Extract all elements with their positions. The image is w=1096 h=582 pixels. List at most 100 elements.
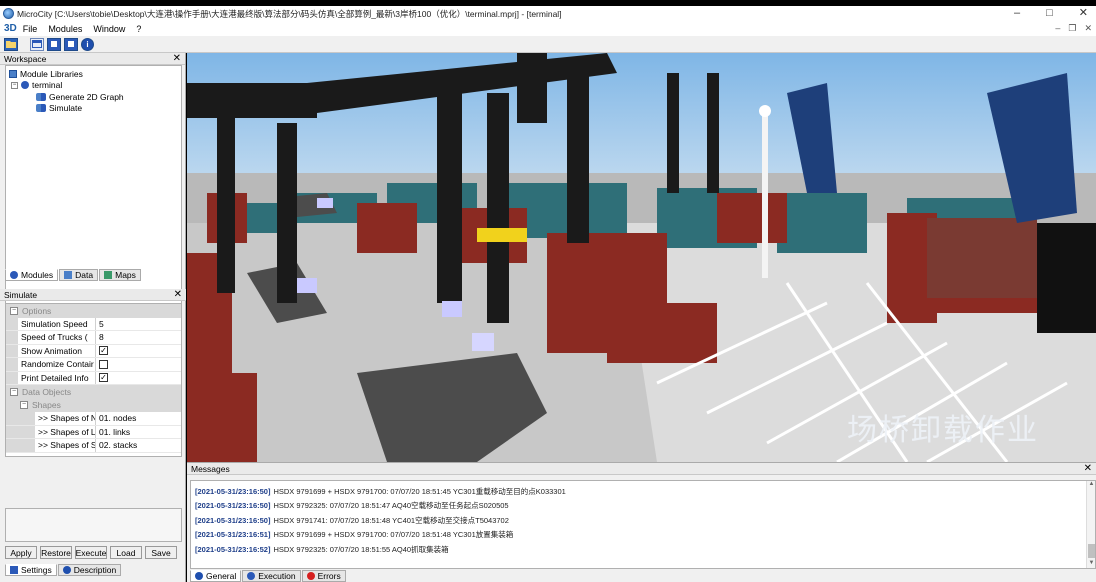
randomize-checkbox[interactable]	[99, 359, 108, 369]
prop-name: Show Animation	[18, 344, 96, 357]
tree-module-generate[interactable]: Generate 2D Graph	[6, 91, 181, 103]
truck-speed-input[interactable]: 8	[96, 331, 181, 344]
module-icon	[36, 92, 46, 101]
prop-name: Speed of Trucks (	[18, 331, 96, 344]
app-logo-icon	[3, 8, 14, 19]
execution-icon	[247, 572, 256, 580]
data-icon	[64, 271, 73, 279]
module-icon	[36, 104, 46, 113]
3d-viewport[interactable]: 场桥卸载作业	[187, 53, 1096, 462]
tree-module-simulate[interactable]: Simulate	[6, 103, 181, 115]
links-shape-select[interactable]: 01. links	[96, 426, 181, 439]
show-animation-checkbox[interactable]: ✓	[99, 346, 108, 356]
foreground-object	[1037, 223, 1096, 333]
window2-icon[interactable]	[64, 37, 78, 51]
print-detailed-checkbox[interactable]: ✓	[99, 373, 108, 383]
category-shapes[interactable]: − Shapes	[6, 398, 181, 412]
category-options-label: Options	[22, 305, 52, 316]
prop-print-detailed: Print Detailed Info ✓	[6, 371, 181, 385]
scroll-thumb[interactable]	[1088, 544, 1095, 558]
tab-data[interactable]: Data	[59, 269, 99, 281]
apply-button[interactable]: Apply	[5, 546, 37, 559]
message-log[interactable]: [2021-05-31/23:16:50] HSDX 9791699 + HSD…	[190, 480, 1096, 569]
menu-bar: 3D File Modules Window ? – ❐ ✕	[0, 21, 1096, 36]
message-scrollbar[interactable]: ▲ ▼	[1086, 481, 1095, 568]
tab-modules[interactable]: Modules	[5, 269, 59, 281]
prop-shapes-links: >> Shapes of L 01. links	[6, 425, 181, 439]
window-controls: – □ ✕	[1014, 6, 1088, 21]
collapse-icon[interactable]: −	[20, 401, 28, 410]
load-button[interactable]: Load	[110, 546, 142, 559]
prop-simulation-speed: Simulation Speed 5	[6, 317, 181, 331]
workspace-title: Workspace	[4, 53, 47, 64]
library-icon	[9, 69, 17, 78]
scroll-down-icon[interactable]: ▼	[1087, 560, 1096, 568]
tree-project[interactable]: − terminal	[6, 80, 181, 92]
tab-general-label: General	[206, 571, 237, 581]
simulation-speed-input[interactable]: 5	[96, 318, 181, 331]
message-tabs: General Execution Errors	[190, 570, 346, 582]
maps-icon	[104, 271, 113, 279]
left-dock: Workspace ✕ Module Libraries − terminal …	[0, 53, 186, 582]
tree-module-label: Simulate	[49, 103, 83, 114]
menu-file[interactable]: File	[23, 24, 38, 34]
modules-icon	[10, 271, 18, 279]
prop-name: >> Shapes of L	[35, 425, 96, 438]
window-icon[interactable]	[47, 37, 61, 51]
collapse-icon[interactable]: −	[10, 387, 18, 396]
prop-shapes-nodes: >> Shapes of N 01. nodes	[6, 412, 181, 426]
prop-speed-of-trucks: Speed of Trucks ( 8	[6, 331, 181, 345]
message-timestamp: [2021-05-31/23:16:52]	[195, 544, 271, 554]
simulate-close-button[interactable]: ✕	[174, 289, 182, 300]
mdi-close-button[interactable]: ✕	[1084, 21, 1092, 36]
title-bar: MicroCity [C:\Users\tobie\Desktop\大连港\操作…	[0, 6, 1096, 21]
prop-name: Randomize Contair	[18, 358, 96, 371]
tab-description-label: Description	[73, 565, 117, 575]
message-timestamp: [2021-05-31/23:16:50]	[195, 515, 271, 525]
mdi-minimize-button[interactable]: –	[1055, 21, 1060, 36]
close-window-button[interactable]: ✕	[1079, 6, 1088, 21]
category-data-objects[interactable]: − Data Objects	[6, 385, 181, 399]
prop-name: >> Shapes of N	[35, 412, 96, 425]
workspace-header: Workspace ✕	[0, 53, 185, 65]
restore-button[interactable]: Restore	[40, 546, 72, 559]
mdi-restore-button[interactable]: ❐	[1068, 21, 1076, 36]
category-data-objects-label: Data Objects	[22, 386, 72, 397]
view-icon[interactable]	[30, 37, 44, 51]
info-icon[interactable]: i	[81, 37, 94, 51]
workspace-close-button[interactable]: ✕	[173, 53, 181, 64]
scroll-up-icon[interactable]: ▲	[1087, 481, 1096, 489]
menu-window[interactable]: Window	[93, 24, 125, 34]
tab-maps[interactable]: Maps	[99, 269, 141, 281]
message-text: HSDX 9792325: 07/07/20 18:51:55 AQ40抓取集装…	[273, 544, 449, 554]
collapse-icon[interactable]: −	[10, 306, 18, 315]
tab-settings[interactable]: Settings	[5, 564, 57, 576]
menu-help[interactable]: ?	[136, 24, 141, 34]
message-timestamp: [2021-05-31/23:16:50]	[195, 501, 271, 511]
minimize-button[interactable]: –	[1014, 6, 1020, 21]
tab-general[interactable]: General	[190, 570, 242, 582]
mdi-logo-icon: 3D	[4, 23, 17, 34]
open-folder-icon[interactable]	[4, 37, 18, 51]
save-button[interactable]: Save	[145, 546, 177, 559]
collapse-icon[interactable]: −	[11, 81, 18, 89]
tab-execution[interactable]: Execution	[242, 570, 301, 582]
execute-button[interactable]: Execute	[75, 546, 107, 559]
tree-root-label: Module Libraries	[20, 68, 83, 79]
tab-description[interactable]: Description	[57, 564, 122, 576]
message-line: [2021-05-31/23:16:52] HSDX 9792325: 07/0…	[191, 542, 1095, 557]
messages-close-button[interactable]: ✕	[1084, 463, 1092, 474]
category-options[interactable]: − Options	[6, 304, 181, 318]
tree-root[interactable]: Module Libraries	[6, 68, 181, 80]
nodes-shape-select[interactable]: 01. nodes	[96, 412, 181, 425]
maximize-button[interactable]: □	[1046, 6, 1053, 21]
simulate-tabs: Settings Description	[5, 564, 122, 576]
action-buttons: Apply Restore Execute Load Save	[5, 546, 177, 559]
stacks-shape-select[interactable]: 02. stacks	[96, 439, 181, 452]
menu-modules[interactable]: Modules	[48, 24, 82, 34]
tab-errors[interactable]: Errors	[301, 570, 346, 582]
light-pole	[762, 108, 768, 278]
tree-module-label: Generate 2D Graph	[49, 91, 124, 102]
error-icon	[306, 572, 315, 580]
tree-project-label: terminal	[32, 80, 63, 91]
